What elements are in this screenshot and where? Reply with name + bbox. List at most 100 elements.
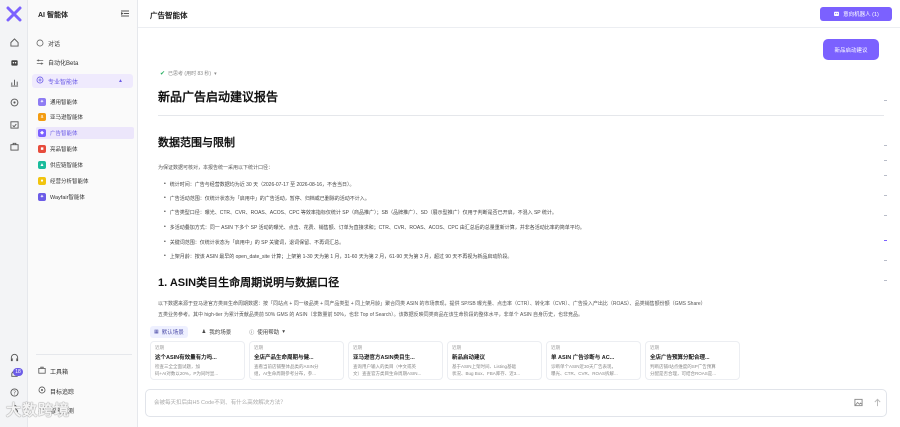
outline-marker[interactable] <box>884 195 887 196</box>
sidebar-agent-product[interactable]: ■ 亮品智能体 <box>36 143 134 155</box>
target-icon[interactable] <box>8 96 20 108</box>
briefcase-icon[interactable] <box>8 140 20 152</box>
card-title: 新品启动建议 <box>452 355 486 361</box>
sidebar-item-label: 工具箱 <box>50 369 69 376</box>
home-icon[interactable] <box>8 36 20 48</box>
icon-rail: 18 ? <box>0 0 28 427</box>
card-desc: 查询用户输入的类目（中文或英 文）查查官方类目生命周期ASIN... <box>353 364 422 376</box>
tab-label: 使用帮助 <box>257 330 280 336</box>
card-desc: 检查三全全面试题，加 码+AI对数以20%，P为同时显... <box>155 364 219 376</box>
agent-label: Wayfair智能体 <box>50 195 85 201</box>
agent-icon: ▲ <box>38 161 46 169</box>
agent-icon: a <box>38 113 46 121</box>
sidebar-agent-amazon[interactable]: a 亚马逊智能体 <box>36 111 134 123</box>
grid-icon: ▦ <box>154 329 159 335</box>
agent-icon: ✦ <box>38 98 46 106</box>
sidebar-item-chat[interactable]: 对话 <box>36 37 60 49</box>
image-upload-icon[interactable] <box>854 398 864 408</box>
agent-label: 亚马逊智能体 <box>50 115 84 121</box>
toolbox-icon <box>38 366 46 376</box>
watermark: 大数跨境 <box>6 402 71 419</box>
agent-icon: ◆ <box>38 129 46 137</box>
sidebar-item-goal-tracking[interactable]: 目标追踪 <box>38 386 74 396</box>
tab-label: 默认场景 <box>161 330 184 336</box>
card-title: 这个ASIN有效量有力吗... <box>155 355 217 361</box>
section-heading-scope: 数据范围与限制 <box>158 137 235 149</box>
headset-icon[interactable] <box>8 351 20 363</box>
sidebar-agent-ads[interactable]: ◆ 广告智能体 <box>36 127 134 139</box>
scene-card[interactable]: 近期 全店产品生命周期与健... 查看当前店铺整体品类的ASIN分 组，AI生命… <box>249 341 344 380</box>
chart-icon[interactable] <box>8 76 20 88</box>
chevron-down-icon: ▾ <box>282 329 286 335</box>
outline-marker[interactable] <box>884 100 887 101</box>
scene-tabs: ▦ 默认场景 ♟ 我的场景 ⓘ 使用帮助 ▾ <box>150 326 289 338</box>
send-icon[interactable] <box>873 398 883 408</box>
sidebar-group-pro-agents[interactable]: 专业智能体 ▲ <box>32 74 133 88</box>
divider <box>158 115 884 116</box>
card-title: 单 ASIN 广告诊断与 AC... <box>551 355 615 361</box>
tab-help[interactable]: ⓘ 使用帮助 ▾ <box>245 326 289 338</box>
chat-input[interactable] <box>154 397 804 409</box>
sidebar-item-automation[interactable]: 自动化Beta <box>36 56 78 68</box>
card-tag: 近期 <box>650 345 659 350</box>
scope-bullet: 关键词范围：仅统计状态为「启用中」的 SP 关键词，退词保留、不再词汇总。 <box>164 239 344 246</box>
scope-bullet: 多活动叠加方式：同一 ASIN 下多个 SP 活动的曝光、点击、花费、销售额、订… <box>164 224 585 231</box>
scene-card[interactable]: 近期 单 ASIN 广告诊断与 AC... 诊断单个ASIN近30天广告表现， … <box>546 341 641 380</box>
tab-default-scene[interactable]: ▦ 默认场景 <box>150 326 188 338</box>
check-icon: ✔ <box>160 71 166 77</box>
scene-card[interactable]: 近期 新品启动建议 基于ASIN上架时间、Listing基础 状况、Bug Bo… <box>447 341 542 380</box>
card-tag: 近期 <box>452 345 461 350</box>
goal-icon <box>38 386 46 396</box>
outline-marker[interactable] <box>884 160 887 161</box>
scene-card[interactable]: 近期 这个ASIN有效量有力吗... 检查三全全面试题，加 码+AI对数以20%… <box>150 341 245 380</box>
card-desc: 查看当前店铺整体品类的ASIN分 组，AI生命周期参考分布，参... <box>254 364 319 376</box>
outline-marker[interactable] <box>884 175 887 176</box>
chevron-up-icon[interactable]: ▲ <box>118 78 123 84</box>
sidebar-group-label: 专业智能体 <box>48 79 79 86</box>
app-logo-icon[interactable] <box>6 6 22 22</box>
chat-bubble-icon <box>36 39 44 47</box>
top-header: 广告智能体 意向机器人 (1) <box>138 0 900 28</box>
agent-label: 供应链智能体 <box>50 163 84 169</box>
outline-marker[interactable] <box>884 280 887 281</box>
outline-marker[interactable] <box>884 260 887 261</box>
agent-label: 广告智能体 <box>50 131 78 137</box>
sidebar-divider <box>36 354 132 355</box>
agent-icon: ✦ <box>38 193 46 201</box>
collapse-sidebar-icon[interactable] <box>121 10 129 17</box>
sidebar-item-toolbox[interactable]: 工具箱 <box>38 366 68 376</box>
scene-card[interactable]: 近期 全店广告预算分配合理... 判断店铺/站点维度的SP广告预算 分配是否合理… <box>645 341 740 380</box>
outline-marker[interactable] <box>884 240 887 241</box>
card-title: 全店广告预算分配合理... <box>650 355 710 361</box>
sidebar-agent-analytics[interactable]: ● 经营分析智能体 <box>36 175 134 187</box>
scene-card[interactable]: 近期 亚马逊官方ASIN类目生... 查询用户输入的类目（中文或英 文）查查官方… <box>348 341 443 380</box>
help-icon: ⓘ <box>249 329 255 336</box>
sidebar-agent-general[interactable]: ✦ 通用智能体 <box>36 96 134 108</box>
outline-marker[interactable] <box>884 215 887 216</box>
help-circle-icon[interactable]: ? <box>8 386 20 398</box>
card-desc: 基于ASIN上架时间、Listing基础 状况、Bug Box、FBA库存、近3… <box>452 364 521 376</box>
calendar-check-icon[interactable] <box>8 118 20 130</box>
sidebar-agent-supply-chain[interactable]: ▲ 供应链智能体 <box>36 159 134 171</box>
scope-bullet: 广告类型口径：曝光、CTR、CVR、ROAS、ACOS、CPC 等效率指标仅统计… <box>164 209 557 216</box>
card-tag: 近期 <box>353 345 362 350</box>
user-icon: ♟ <box>201 329 207 335</box>
agent-icon: ● <box>38 177 46 185</box>
sparkle-icon <box>36 76 44 86</box>
card-tag: 近期 <box>254 345 263 350</box>
user-message: 新品启动建议 <box>823 39 879 60</box>
automation-icon <box>36 58 44 66</box>
tab-my-scene[interactable]: ♟ 我的场景 <box>198 326 236 338</box>
thought-indicator[interactable]: ✔ 已思考 (用时 83 秒) ▾ <box>160 70 217 78</box>
card-tag: 近期 <box>155 345 164 350</box>
chat-input-box <box>145 389 887 417</box>
card-title: 全店产品生命周期与健... <box>254 355 314 361</box>
robot-icon[interactable] <box>8 56 20 68</box>
scope-bullet: 广告活动范围：仅统计状态为「启用中」的广告活动，暂停、归档或已删除的活动不计入。 <box>164 195 370 202</box>
outline-marker[interactable] <box>884 145 887 146</box>
intent-bot-button[interactable]: 意向机器人 (1) <box>820 7 892 21</box>
scope-bullet: 统计时间：广告与经营数据均为近 30 天（2026-07-17 至 2026-0… <box>164 181 355 188</box>
report-title: 新品广告启动建议报告 <box>158 90 279 104</box>
notification-badge: 18 <box>13 368 23 376</box>
sidebar-agent-wayfair[interactable]: ✦ Wayfair智能体 <box>36 191 134 203</box>
